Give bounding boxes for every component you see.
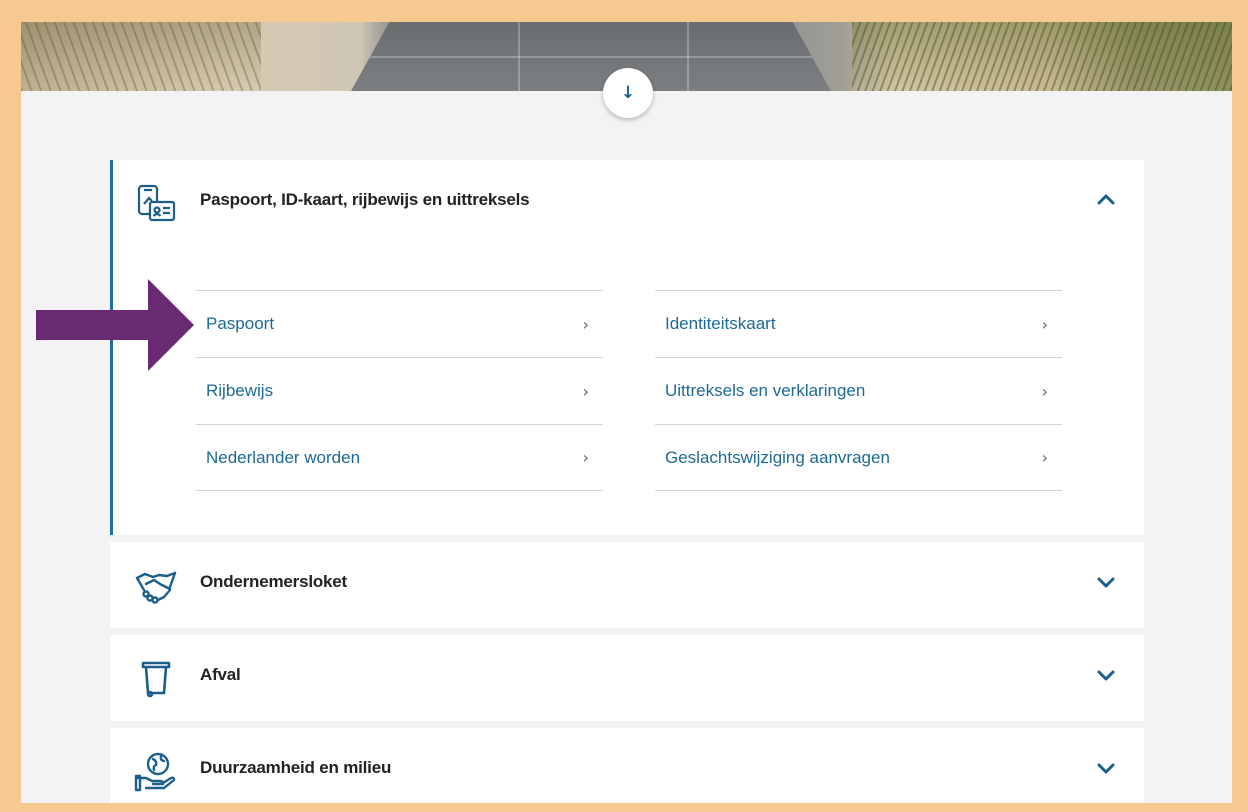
globe-hand-icon <box>134 752 176 792</box>
link-label: Identiteitskaart <box>665 314 776 333</box>
chevron-down-icon[interactable] <box>1094 570 1118 594</box>
hero-dune-right <box>852 22 1232 91</box>
topics-accordion: Paspoort, ID-kaart, rijbewijs en uittrek… <box>110 160 1144 803</box>
chevron-right-icon: › <box>582 381 589 401</box>
panel-link-list: Paspoort › Identiteitskaart › Rijbewijs … <box>196 290 1062 491</box>
trash-bin-icon <box>141 661 171 698</box>
panel-title: Paspoort, ID-kaart, rijbewijs en uittrek… <box>200 190 530 209</box>
panel-title: Ondernemersloket <box>200 572 348 591</box>
link-paspoort[interactable]: Paspoort › <box>196 290 603 357</box>
chevron-down-icon[interactable] <box>1094 756 1118 780</box>
link-identiteitskaart[interactable]: Identiteitskaart › <box>655 290 1062 357</box>
panel-duurzaamheid: Duurzaamheid en milieu <box>110 728 1144 803</box>
panel-header-paspoort-id[interactable]: Paspoort, ID-kaart, rijbewijs en uittrek… <box>110 160 1144 246</box>
chevron-up-icon[interactable] <box>1094 188 1118 212</box>
panel-title: Afval <box>200 665 241 684</box>
link-label: Geslachtswijziging aanvragen <box>665 447 890 467</box>
chevron-right-icon: › <box>1041 381 1048 401</box>
arrow-down-icon: ↓ <box>620 83 636 103</box>
id-card-icon <box>137 184 176 222</box>
link-uittreksels[interactable]: Uittreksels en verklaringen › <box>655 357 1062 424</box>
chevron-right-icon: › <box>1041 448 1048 467</box>
chevron-down-icon[interactable] <box>1094 663 1118 687</box>
panel-title: Duurzaamheid en milieu <box>200 758 392 777</box>
chevron-right-icon: › <box>1041 314 1048 334</box>
link-label: Paspoort <box>206 314 275 333</box>
chevron-right-icon: › <box>582 314 589 334</box>
pointer-arrow-icon <box>36 279 194 371</box>
hero-dune-left <box>21 22 261 91</box>
panel-ondernemersloket: Ondernemersloket <box>110 542 1144 628</box>
link-nederlander-worden[interactable]: Nederlander worden › <box>196 424 603 491</box>
scroll-down-button[interactable]: ↓ <box>603 68 653 118</box>
panel-paspoort-id: Paspoort, ID-kaart, rijbewijs en uittrek… <box>110 160 1144 535</box>
page-frame: ↓ Paspoort, ID-kaart, rijbewijs en uittr… <box>21 22 1232 803</box>
panel-afval: Afval <box>110 635 1144 721</box>
hero-path <box>351 22 831 91</box>
handshake-icon <box>135 571 177 604</box>
link-label: Uittreksels en verklaringen <box>665 381 866 400</box>
panel-header-duurzaamheid[interactable]: Duurzaamheid en milieu <box>110 728 1144 803</box>
link-rijbewijs[interactable]: Rijbewijs › <box>196 357 603 424</box>
link-geslachtswijziging[interactable]: Geslachtswijziging aanvragen › <box>655 424 1062 491</box>
panel-header-ondernemersloket[interactable]: Ondernemersloket <box>110 542 1144 628</box>
link-label: Rijbewijs <box>206 381 274 400</box>
link-label: Nederlander worden <box>206 447 361 467</box>
panel-header-afval[interactable]: Afval <box>110 635 1144 721</box>
chevron-right-icon: › <box>582 448 589 467</box>
